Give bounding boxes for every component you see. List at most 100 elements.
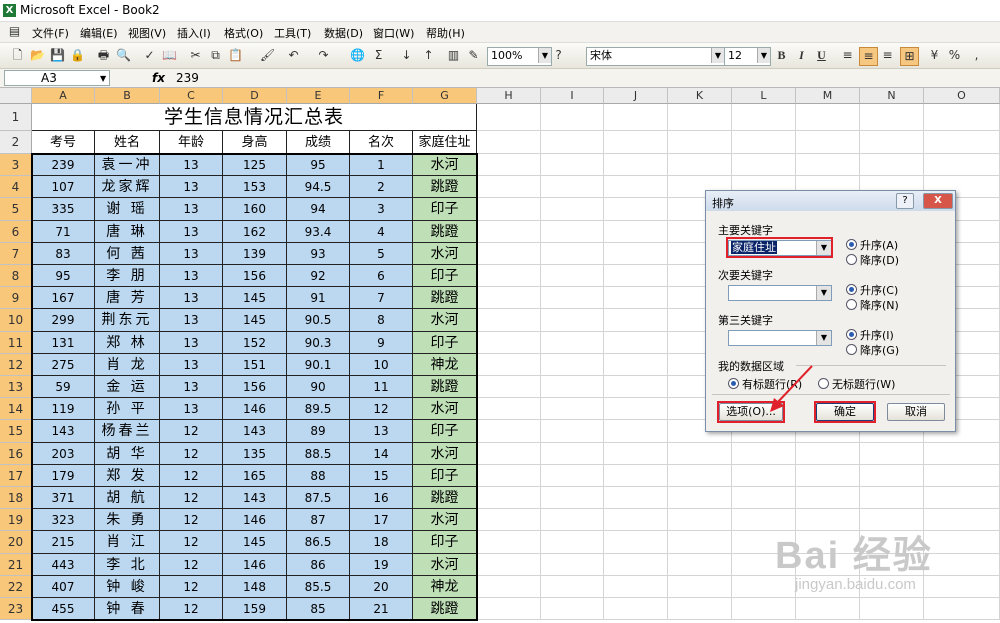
cell[interactable] — [732, 104, 796, 131]
row-header[interactable]: 22 — [0, 575, 32, 598]
table-cell[interactable]: 145 — [223, 531, 287, 554]
cell[interactable] — [541, 331, 604, 354]
table-cell[interactable]: 90.1 — [287, 353, 350, 376]
menu-view[interactable]: 视图(V) — [128, 25, 166, 41]
table-cell[interactable]: 86 — [287, 553, 350, 576]
font-size-combo[interactable]: 12 ▼ — [724, 47, 771, 66]
table-cell[interactable]: 水河 — [413, 242, 477, 265]
help-icon[interactable]: ? — [896, 193, 914, 209]
menu-tools[interactable]: 工具(T) — [274, 25, 311, 41]
hyperlink-icon[interactable]: 🌐 — [349, 47, 366, 64]
table-cell[interactable]: 88.5 — [287, 442, 350, 465]
table-cell[interactable]: 13 — [160, 376, 223, 399]
cell[interactable] — [796, 104, 860, 131]
cell[interactable] — [604, 220, 668, 243]
cell[interactable] — [541, 598, 604, 621]
table-cell[interactable]: 郑 林 — [95, 331, 160, 354]
row-header[interactable]: 14 — [0, 398, 32, 421]
cell[interactable] — [604, 487, 668, 510]
table-cell[interactable]: 407 — [32, 575, 95, 598]
table-cell[interactable]: 16 — [350, 487, 413, 510]
table-cell[interactable]: 151 — [223, 353, 287, 376]
name-box[interactable]: A3 ▼ — [4, 70, 110, 86]
cell[interactable] — [924, 442, 1000, 465]
cell[interactable] — [541, 287, 604, 310]
row-header[interactable]: 10 — [0, 309, 32, 332]
row-header[interactable]: 16 — [0, 442, 32, 465]
table-cell[interactable]: 165 — [223, 464, 287, 487]
table-cell[interactable]: 12 — [160, 531, 223, 554]
third-ascending-radio[interactable]: 升序(I) — [846, 327, 894, 343]
cell[interactable] — [477, 309, 541, 332]
cell[interactable] — [477, 104, 541, 131]
cell[interactable] — [604, 104, 668, 131]
table-cell[interactable]: 85 — [287, 598, 350, 621]
table-cell[interactable]: 94 — [287, 198, 350, 221]
table-cell[interactable]: 443 — [32, 553, 95, 576]
cell[interactable] — [796, 154, 860, 177]
cell[interactable] — [604, 442, 668, 465]
align-left-icon[interactable]: ≡ — [839, 47, 856, 64]
cell[interactable] — [604, 553, 668, 576]
cell[interactable] — [796, 131, 860, 154]
table-cell[interactable]: 钟 峻 — [95, 575, 160, 598]
cell[interactable] — [477, 331, 541, 354]
table-cell[interactable]: 金 运 — [95, 376, 160, 399]
cell[interactable] — [541, 442, 604, 465]
cell[interactable] — [477, 553, 541, 576]
cell[interactable] — [477, 242, 541, 265]
cell[interactable] — [477, 376, 541, 399]
row-header[interactable]: 9 — [0, 287, 32, 310]
table-cell[interactable]: 13 — [160, 353, 223, 376]
cell[interactable] — [541, 309, 604, 332]
table-cell[interactable]: 13 — [160, 331, 223, 354]
table-cell[interactable]: 275 — [32, 353, 95, 376]
comma-button[interactable]: , — [968, 47, 985, 64]
secondary-ascending-radio[interactable]: 升序(C) — [846, 282, 898, 298]
row-header[interactable]: 6 — [0, 220, 32, 243]
table-cell[interactable]: 2 — [350, 176, 413, 199]
table-cell[interactable]: 299 — [32, 309, 95, 332]
cell[interactable] — [604, 309, 668, 332]
column-title[interactable]: 家庭住址 — [413, 131, 477, 154]
table-cell[interactable]: 李 北 — [95, 553, 160, 576]
cell[interactable] — [668, 575, 732, 598]
row-header[interactable]: 21 — [0, 553, 32, 576]
sort-ascending-icon[interactable]: ↓ — [398, 47, 415, 64]
cell[interactable] — [604, 242, 668, 265]
cell[interactable] — [541, 575, 604, 598]
cell[interactable] — [668, 131, 732, 154]
table-cell[interactable]: 杨春兰 — [95, 420, 160, 443]
menu-file[interactable]: 文件(F) — [32, 25, 69, 41]
cell[interactable] — [541, 220, 604, 243]
cell[interactable] — [477, 287, 541, 310]
table-cell[interactable]: 朱 勇 — [95, 509, 160, 532]
cell[interactable] — [796, 442, 860, 465]
table-cell[interactable]: 17 — [350, 509, 413, 532]
column-header[interactable]: M — [796, 88, 860, 104]
copy-icon[interactable]: ⧉ — [207, 47, 224, 64]
table-cell[interactable]: 146 — [223, 509, 287, 532]
column-title[interactable]: 姓名 — [95, 131, 160, 154]
table-cell[interactable]: 156 — [223, 265, 287, 288]
cell[interactable] — [860, 487, 924, 510]
cell[interactable] — [604, 176, 668, 199]
table-cell[interactable]: 14 — [350, 442, 413, 465]
table-cell[interactable]: 12 — [160, 598, 223, 621]
table-cell[interactable]: 水河 — [413, 553, 477, 576]
cell[interactable] — [604, 420, 668, 443]
table-cell[interactable]: 跳蹬 — [413, 287, 477, 310]
align-center-icon[interactable]: ≡ — [859, 47, 878, 66]
table-cell[interactable]: 12 — [160, 442, 223, 465]
table-cell[interactable]: 唐 芳 — [95, 287, 160, 310]
table-cell[interactable]: 145 — [223, 309, 287, 332]
table-cell[interactable]: 159 — [223, 598, 287, 621]
print-preview-icon[interactable]: 🔍 — [115, 47, 132, 64]
table-cell[interactable]: 水河 — [413, 309, 477, 332]
cell[interactable] — [668, 442, 732, 465]
cell[interactable] — [604, 464, 668, 487]
table-cell[interactable]: 162 — [223, 220, 287, 243]
menu-help[interactable]: 帮助(H) — [426, 25, 465, 41]
table-cell[interactable]: 12 — [160, 487, 223, 510]
table-cell[interactable]: 水河 — [413, 442, 477, 465]
